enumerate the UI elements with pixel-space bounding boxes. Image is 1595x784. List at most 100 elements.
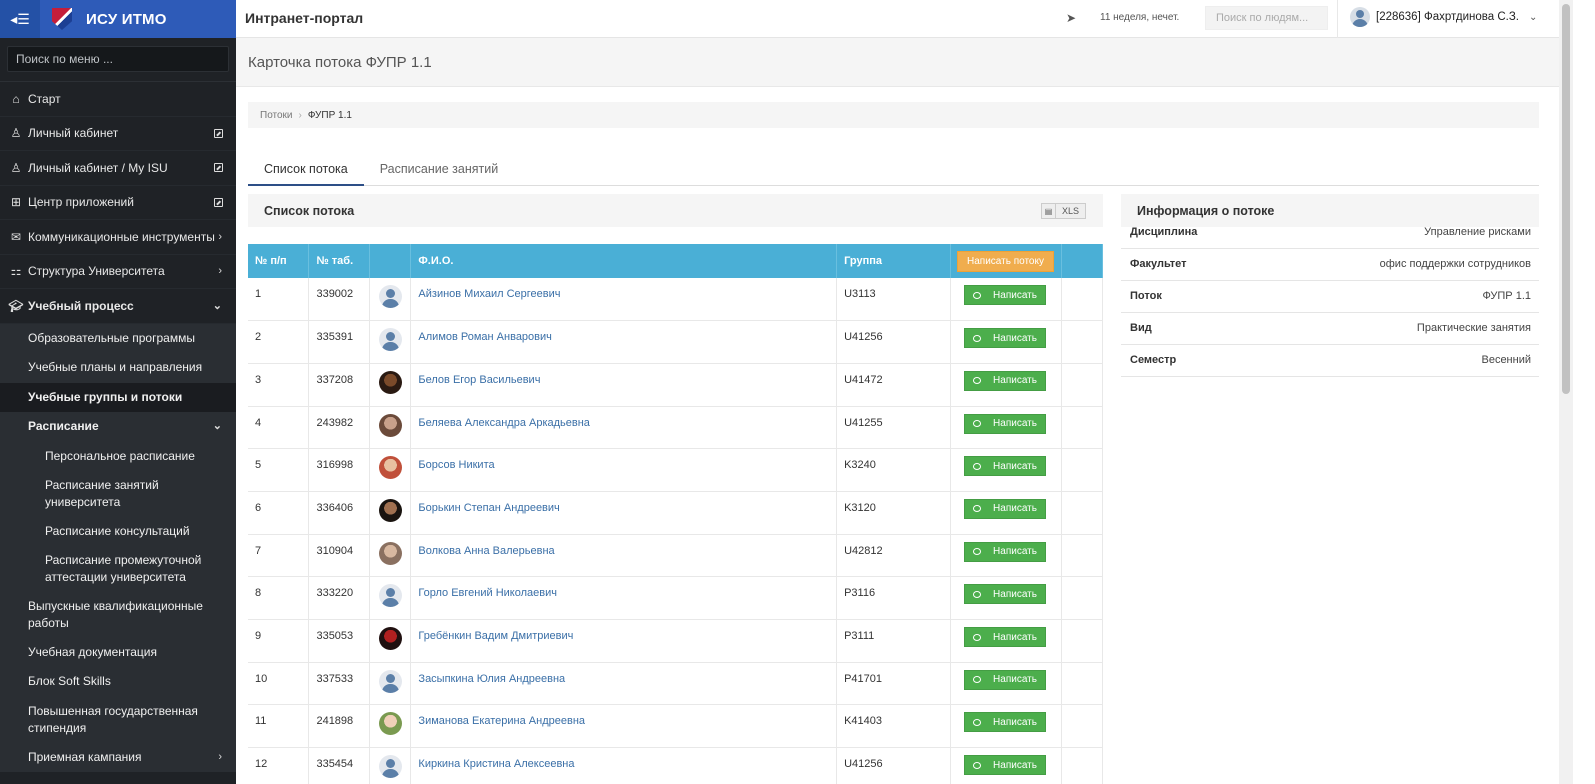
- breadcrumb-link-streams[interactable]: Потоки: [260, 110, 293, 121]
- write-button[interactable]: Написать: [964, 328, 1046, 349]
- sidebar-item-communication[interactable]: ✉ Коммуникационные инструменты ›: [0, 220, 236, 255]
- sidebar-item-structure[interactable]: ⚏ Структура Университета ›: [0, 255, 236, 289]
- cell-number: 3: [248, 363, 310, 407]
- student-name-link[interactable]: Горло Евгений Николаевич: [410, 576, 838, 620]
- cell-extra: [1061, 747, 1104, 784]
- sidebar-item-groups[interactable]: Учебные группы и потоки: [0, 382, 236, 412]
- sidebar-item-documentation[interactable]: Учебная документация: [0, 638, 236, 668]
- sidebar-item-admission[interactable]: Приемная кампания ›: [0, 743, 236, 773]
- chevron-down-icon: ⌄: [212, 300, 222, 313]
- write-to-stream-button[interactable]: Написать потоку: [957, 250, 1054, 272]
- sidebar-item-programs[interactable]: Образовательные программы: [0, 324, 236, 354]
- sidebar-item-personal-schedule[interactable]: Персональное расписание: [0, 442, 236, 471]
- student-name-link[interactable]: Зиманова Екатерина Андреевна: [410, 704, 838, 749]
- student-name-link[interactable]: Беляева Александра Аркадьевна: [410, 406, 838, 450]
- top-bar: Интранет-портал ➤ 11 неделя, нечет. [228…: [236, 0, 1559, 38]
- cell-action: Написать: [950, 576, 1062, 620]
- sidebar-item-university-schedule[interactable]: Расписание занятий университета: [0, 471, 236, 517]
- table-header-row: № п/п № таб. Ф.И.О. Группа Написать пото…: [248, 244, 1104, 278]
- student-name-link[interactable]: Алимов Роман Анварович: [410, 320, 838, 364]
- write-button[interactable]: Написать: [964, 456, 1046, 477]
- student-name-link[interactable]: Волкова Анна Валерьевна: [410, 534, 838, 578]
- cell-tab-number: 335391: [308, 320, 371, 364]
- sidebar-item-apps[interactable]: ⊞ Центр приложений: [0, 186, 236, 220]
- write-button-label: Написать: [993, 716, 1037, 728]
- avatar: [379, 669, 403, 693]
- scrollbar-thumb[interactable]: [1562, 4, 1570, 394]
- sidebar-item-graduation-works[interactable]: Выпускные квалификационные работы: [0, 592, 236, 638]
- cell-group: U3113: [836, 278, 951, 322]
- write-button[interactable]: Написать: [964, 755, 1046, 776]
- sidebar-item-label: Коммуникационные инструменты: [28, 229, 215, 244]
- student-name-link[interactable]: Белов Егор Васильевич: [410, 363, 838, 407]
- page-scrollbar[interactable]: [1559, 0, 1595, 784]
- student-name-link[interactable]: Гребёнкин Вадим Дмитриевич: [410, 619, 838, 663]
- write-button[interactable]: Написать: [964, 669, 1046, 690]
- sidebar-item-my-isu[interactable]: ♙ Личный кабинет / My ISU: [0, 151, 236, 186]
- sidebar-item-scholarship[interactable]: Повышенная государственная стипендия: [0, 697, 236, 743]
- cell-action: Написать: [950, 406, 1062, 450]
- sidebar-item-plans[interactable]: Учебные планы и направления: [0, 353, 236, 383]
- student-name-link[interactable]: Борькин Степан Андреевич: [410, 491, 838, 535]
- cell-number: 7: [248, 534, 310, 578]
- sidebar-item-soft-skills[interactable]: Блок Soft Skills: [0, 667, 236, 697]
- user-menu[interactable]: [228636] Фахртдинова С.З. ⌄: [1350, 7, 1537, 27]
- write-button-label: Написать: [993, 674, 1037, 686]
- write-button[interactable]: Написать: [964, 370, 1046, 391]
- write-button[interactable]: Написать: [964, 413, 1046, 434]
- cell-tab-number: 335454: [308, 747, 371, 784]
- menu-search[interactable]: [7, 46, 229, 72]
- cell-group: K3120: [836, 491, 951, 535]
- sidebar-item-education[interactable]: 🎓︎ Учебный процесс ⌄: [0, 289, 236, 324]
- cell-group: P41701: [836, 662, 951, 706]
- people-search-input[interactable]: [1216, 12, 1327, 24]
- info-value: Весенний: [1251, 344, 1539, 377]
- portal-title: Интранет-портал: [245, 10, 364, 26]
- write-button-label: Написать: [993, 418, 1037, 430]
- student-name-link[interactable]: Айзинов Михаил Сергеевич: [410, 278, 838, 322]
- export-xls-button[interactable]: ▤ XLS: [1040, 203, 1086, 219]
- breadcrumb-separator-icon: ›: [298, 109, 302, 121]
- info-row: Факультет офис поддержки сотрудников: [1121, 248, 1539, 281]
- chat-icon: [973, 291, 982, 299]
- cell-group: K3240: [836, 448, 951, 492]
- write-button-label: Написать: [993, 332, 1037, 344]
- sidebar-item-attestation[interactable]: Расписание промежуточной аттестации унив…: [0, 546, 236, 592]
- grid-icon: ⊞: [10, 195, 22, 210]
- tab-stream-list[interactable]: Список потока: [248, 156, 364, 186]
- people-search[interactable]: [1205, 6, 1328, 30]
- home-icon: ⌂: [12, 91, 20, 106]
- write-button[interactable]: Написать: [964, 627, 1046, 647]
- write-button[interactable]: Написать: [964, 498, 1046, 519]
- cell-photo: [369, 747, 412, 784]
- cell-photo: [369, 534, 412, 578]
- cell-extra: [1061, 491, 1104, 535]
- info-key: Дисциплина: [1121, 216, 1252, 249]
- write-button[interactable]: Написать: [964, 541, 1046, 562]
- chat-icon: [973, 718, 982, 726]
- cell-action: Написать: [950, 320, 1062, 364]
- sidebar-item-label: Учебный процесс: [28, 298, 134, 313]
- sidebar-item-consultations[interactable]: Расписание консультаций: [0, 517, 236, 546]
- menu-search-input[interactable]: [16, 52, 228, 66]
- cell-photo: [369, 320, 412, 364]
- sidebar-item-cabinet[interactable]: ♙ Личный кабинет: [0, 117, 236, 151]
- sidebar-item-schedule[interactable]: Расписание ⌄: [0, 412, 236, 442]
- send-icon[interactable]: ➤: [1066, 11, 1080, 25]
- chat-icon: [973, 505, 982, 513]
- student-name-link[interactable]: Засыпкина Юлия Андреевна: [410, 662, 838, 706]
- student-name-link[interactable]: Борсов Никита: [410, 448, 838, 492]
- sidebar-toggle-button[interactable]: ◂☰: [0, 0, 40, 38]
- avatar: [379, 712, 403, 736]
- cell-action: Написать: [950, 747, 1062, 784]
- student-name-link[interactable]: Киркина Кристина Алексеевна: [410, 747, 838, 784]
- write-button[interactable]: Написать: [964, 584, 1046, 605]
- user-icon: ♙: [10, 160, 22, 175]
- info-key: Факультет: [1121, 248, 1252, 281]
- write-button[interactable]: Написать: [964, 285, 1046, 305]
- cell-extra: [1061, 704, 1104, 749]
- sidebar-item-start[interactable]: ⌂ Старт: [0, 82, 236, 117]
- external-link-icon: [214, 197, 223, 207]
- tab-schedule[interactable]: Расписание занятий: [364, 156, 514, 186]
- write-button[interactable]: Написать: [964, 712, 1046, 733]
